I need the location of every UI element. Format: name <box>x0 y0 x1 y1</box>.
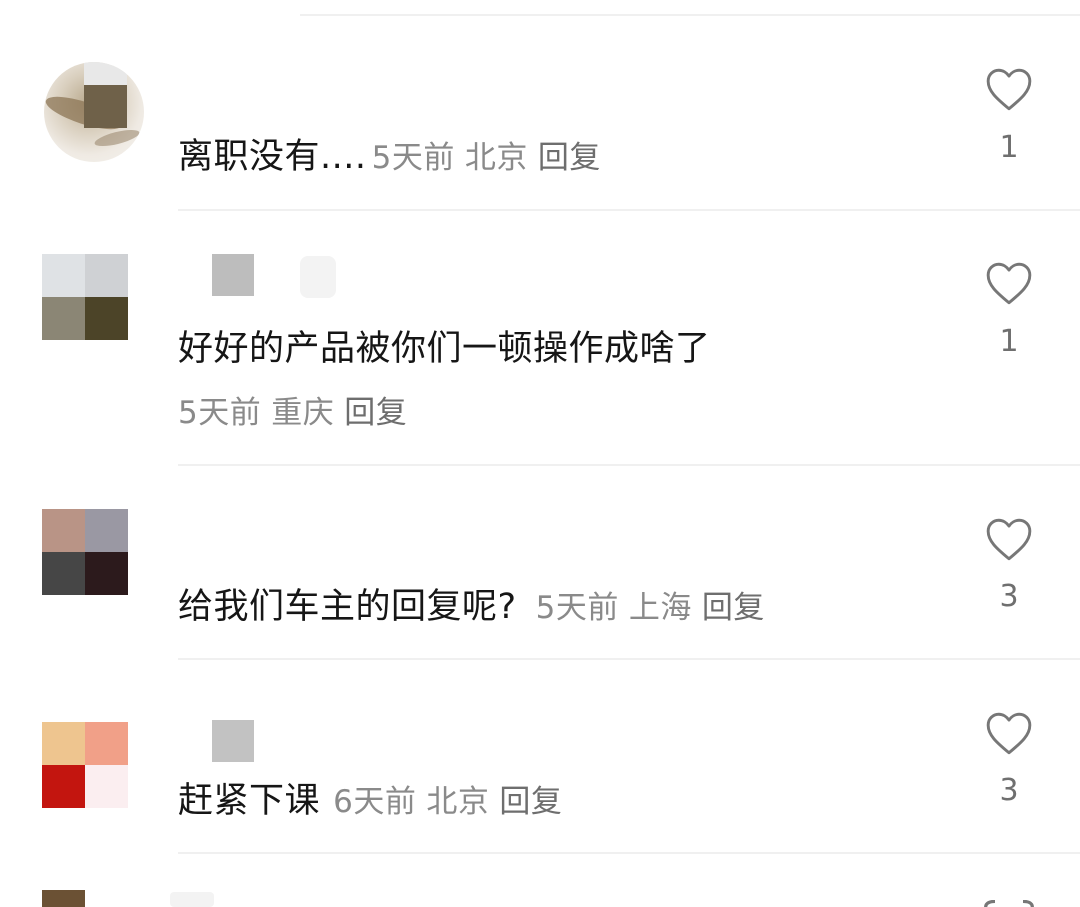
avatar[interactable] <box>42 722 128 808</box>
comment-body: 给我们车主的回复呢? 5天前 上海 回复 <box>178 578 775 629</box>
reply-button[interactable]: 回复 <box>702 590 765 626</box>
like-count: 1 <box>999 130 1019 165</box>
comment-body: 好好的产品被你们一顿操作成啥了 <box>178 320 711 371</box>
heart-outline-icon[interactable] <box>984 516 1034 562</box>
heart-outline-icon[interactable] <box>984 260 1034 306</box>
comment-location: 北京 <box>426 784 490 820</box>
avatar[interactable] <box>42 254 128 340</box>
avatar[interactable] <box>42 509 128 595</box>
comment-text: 赶紧下课 <box>178 781 321 821</box>
comment-location: 重庆 <box>271 395 335 431</box>
username-placeholder <box>212 254 254 296</box>
comment-time: 6天前 <box>333 784 417 820</box>
comment-meta: 5天前 上海 回复 <box>536 590 775 626</box>
comment-text: 给我们车主的回复呢? <box>178 587 517 627</box>
comment-location: 北京 <box>464 140 528 176</box>
comment-text: 好好的产品被你们一顿操作成啥了 <box>178 329 711 369</box>
divider <box>178 464 1080 466</box>
username-placeholder <box>170 892 214 907</box>
reply-button[interactable]: 回复 <box>499 784 562 820</box>
username-placeholder <box>300 256 336 298</box>
reply-button[interactable]: 回复 <box>538 140 601 176</box>
like-count: 3 <box>999 579 1019 614</box>
comment-body: 赶紧下课 6天前 北京 回复 <box>178 772 572 823</box>
comment-meta: 5天前 北京 回复 <box>372 140 611 176</box>
reply-button[interactable]: 回复 <box>344 395 407 431</box>
comment-time: 5天前 <box>371 140 455 176</box>
heart-outline-icon[interactable] <box>984 66 1034 112</box>
comment-meta: 6天前 北京 回复 <box>333 784 572 820</box>
divider <box>178 209 1080 211</box>
username-placeholder <box>212 720 254 762</box>
comment-body: 离职没有.... 5天前 北京 回复 <box>178 128 611 179</box>
like-count: 1 <box>999 324 1019 359</box>
divider <box>300 14 1080 16</box>
heart-outline-icon[interactable] <box>984 710 1034 756</box>
comment-time: 5天前 <box>178 395 262 431</box>
divider <box>178 658 1080 660</box>
avatar[interactable] <box>44 62 144 162</box>
comment-location: 上海 <box>628 590 692 626</box>
like-count: 3 <box>999 773 1019 808</box>
comment-meta: 5天前 重庆 回复 <box>178 387 417 432</box>
heart-outline-icon[interactable] <box>984 900 1034 907</box>
avatar[interactable] <box>42 890 128 907</box>
comment-text: 离职没有.... <box>178 137 367 177</box>
comment-time: 5天前 <box>535 590 619 626</box>
divider <box>178 852 1080 854</box>
